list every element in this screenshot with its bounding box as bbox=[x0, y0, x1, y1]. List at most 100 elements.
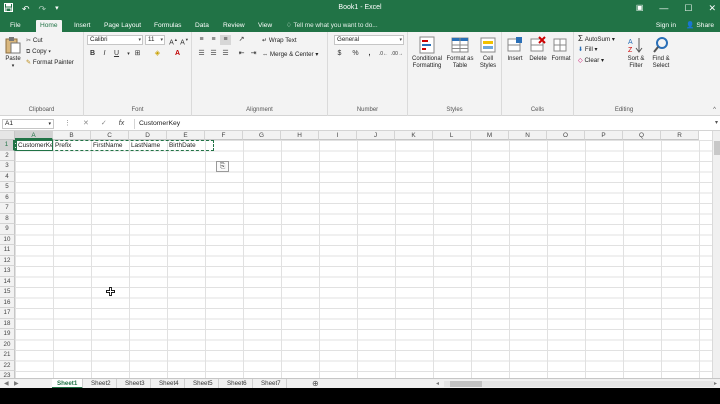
share-button[interactable]: 👤 Share bbox=[686, 20, 714, 32]
prev-sheet-icon[interactable]: ◀ bbox=[4, 379, 9, 388]
row-header-21[interactable]: 21 bbox=[0, 350, 15, 361]
column-header-i[interactable]: I bbox=[319, 131, 357, 140]
orientation-icon[interactable]: ↗ bbox=[236, 35, 247, 45]
paste-button[interactable]: Paste ▾ bbox=[3, 36, 23, 70]
column-header-d[interactable]: D bbox=[129, 131, 167, 140]
column-header-n[interactable]: N bbox=[509, 131, 547, 140]
column-header-c[interactable]: C bbox=[91, 131, 129, 140]
close-icon[interactable]: ✕ bbox=[708, 2, 716, 14]
row-header-13[interactable]: 13 bbox=[0, 266, 15, 277]
horizontal-scroll-thumb[interactable] bbox=[450, 381, 482, 387]
row-header-5[interactable]: 5 bbox=[0, 182, 15, 193]
horizontal-scrollbar[interactable] bbox=[444, 381, 714, 387]
sheet-tab-4[interactable]: Sheet4 bbox=[154, 379, 185, 388]
align-middle-icon[interactable]: ≡ bbox=[208, 35, 219, 45]
merge-center-button[interactable]: ⇔ Merge & Center ▾ bbox=[262, 50, 318, 59]
cancel-icon[interactable]: ✕ bbox=[83, 119, 89, 129]
delete-cells-button[interactable]: Delete bbox=[527, 36, 549, 63]
row-header-4[interactable]: 4 bbox=[0, 171, 15, 182]
hscroll-right-icon[interactable]: ▸ bbox=[714, 379, 717, 388]
align-bottom-icon[interactable]: ≡ bbox=[220, 35, 231, 45]
row-header-20[interactable]: 20 bbox=[0, 339, 15, 350]
name-box[interactable]: A1 ▾ bbox=[2, 119, 54, 129]
increase-indent-icon[interactable]: ⇥ bbox=[248, 49, 259, 59]
font-color-icon[interactable]: A bbox=[172, 49, 183, 59]
column-header-q[interactable]: Q bbox=[623, 131, 661, 140]
tab-file[interactable]: File bbox=[6, 20, 25, 32]
hscroll-left-icon[interactable]: ◂ bbox=[436, 379, 439, 388]
add-sheet-icon[interactable]: ⊕ bbox=[312, 379, 319, 388]
column-header-f[interactable]: F bbox=[205, 131, 243, 140]
insert-cells-button[interactable]: Insert bbox=[504, 36, 526, 63]
column-header-m[interactable]: M bbox=[471, 131, 509, 140]
align-top-icon[interactable]: ≡ bbox=[196, 35, 207, 45]
decrease-decimal-icon[interactable]: .00→ bbox=[391, 49, 403, 59]
minimize-icon[interactable]: — bbox=[659, 2, 668, 14]
select-all-corner[interactable] bbox=[0, 131, 15, 140]
column-header-h[interactable]: H bbox=[281, 131, 319, 140]
column-header-e[interactable]: E bbox=[167, 131, 205, 140]
row-header-9[interactable]: 9 bbox=[0, 224, 15, 235]
sheet-tab-1[interactable]: Sheet1 bbox=[52, 379, 84, 388]
tab-view[interactable]: View bbox=[254, 20, 276, 32]
row-header-7[interactable]: 7 bbox=[0, 203, 15, 214]
row-header-2[interactable]: 2 bbox=[0, 150, 15, 161]
bold-button[interactable]: B bbox=[87, 49, 98, 59]
tab-data[interactable]: Data bbox=[191, 20, 213, 32]
column-header-l[interactable]: L bbox=[433, 131, 471, 140]
vertical-scroll-thumb[interactable] bbox=[714, 141, 720, 155]
increase-decimal-icon[interactable]: .0← bbox=[378, 49, 389, 59]
comma-button[interactable]: , bbox=[364, 49, 375, 59]
row-header-19[interactable]: 19 bbox=[0, 329, 15, 340]
tab-review[interactable]: Review bbox=[219, 20, 249, 32]
number-format-combo[interactable]: General ▾ bbox=[334, 35, 404, 45]
format-cells-button[interactable]: Format bbox=[550, 36, 572, 63]
row-header-17[interactable]: 17 bbox=[0, 308, 15, 319]
decrease-indent-icon[interactable]: ⇤ bbox=[236, 49, 247, 59]
row-header-3[interactable]: 3 bbox=[0, 161, 15, 172]
cell-styles-button[interactable]: Cell Styles bbox=[476, 36, 500, 70]
grow-font-icon[interactable]: A▲ bbox=[168, 35, 179, 46]
row-header-12[interactable]: 12 bbox=[0, 255, 15, 266]
currency-button[interactable]: $ bbox=[334, 49, 345, 59]
collapse-ribbon-icon[interactable]: ^ bbox=[713, 107, 716, 113]
row-header-6[interactable]: 6 bbox=[0, 192, 15, 203]
shrink-font-icon[interactable]: A▼ bbox=[179, 35, 190, 46]
row-header-18[interactable]: 18 bbox=[0, 318, 15, 329]
align-right-icon[interactable]: ☰ bbox=[220, 49, 231, 59]
clear-button[interactable]: ◇ Clear ▾ bbox=[578, 56, 604, 65]
cut-button[interactable]: ✂ Cut bbox=[26, 36, 43, 45]
ribbon-display-options-icon[interactable]: ▣ bbox=[636, 2, 644, 14]
sheet-tab-7[interactable]: Sheet7 bbox=[256, 379, 287, 388]
expand-formula-icon[interactable]: ▾ bbox=[715, 119, 718, 126]
format-painter-button[interactable]: ✎ Format Painter bbox=[26, 58, 74, 67]
column-header-j[interactable]: J bbox=[357, 131, 395, 140]
tab-insert[interactable]: Insert bbox=[70, 20, 95, 32]
tab-formulas[interactable]: Formulas bbox=[150, 20, 185, 32]
font-name-combo[interactable]: Calibri ▾ bbox=[87, 35, 143, 45]
conditional-formatting-button[interactable]: Conditional Formatting bbox=[410, 36, 444, 70]
row-header-11[interactable]: 11 bbox=[0, 245, 15, 256]
insert-function-button[interactable]: fx bbox=[119, 119, 124, 129]
percent-button[interactable]: % bbox=[350, 49, 361, 59]
row-header-1[interactable]: 1 bbox=[0, 140, 15, 151]
tell-me-search[interactable]: ♢ Tell me what you want to do... bbox=[286, 20, 378, 32]
row-header-14[interactable]: 14 bbox=[0, 276, 15, 287]
next-sheet-icon[interactable]: ▶ bbox=[14, 379, 19, 388]
row-header-22[interactable]: 22 bbox=[0, 360, 15, 371]
column-header-a[interactable]: A bbox=[15, 131, 53, 140]
sign-in-link[interactable]: Sign in bbox=[656, 20, 676, 32]
column-header-r[interactable]: R bbox=[661, 131, 699, 140]
row-header-15[interactable]: 15 bbox=[0, 287, 15, 298]
fill-color-icon[interactable]: ◈ bbox=[152, 49, 163, 59]
font-size-combo[interactable]: 11 ▾ bbox=[145, 35, 165, 45]
align-left-icon[interactable]: ☰ bbox=[196, 49, 207, 59]
copy-button[interactable]: ⧉ Copy ▾ bbox=[26, 47, 51, 56]
find-select-button[interactable]: Find & Select bbox=[649, 36, 673, 70]
sheet-tab-6[interactable]: Sheet6 bbox=[222, 379, 253, 388]
row-header-16[interactable]: 16 bbox=[0, 297, 15, 308]
tab-page-layout[interactable]: Page Layout bbox=[100, 20, 145, 32]
paste-options-icon[interactable]: ⎘ bbox=[216, 161, 229, 172]
column-header-g[interactable]: G bbox=[243, 131, 281, 140]
maximize-icon[interactable]: ☐ bbox=[684, 2, 692, 14]
